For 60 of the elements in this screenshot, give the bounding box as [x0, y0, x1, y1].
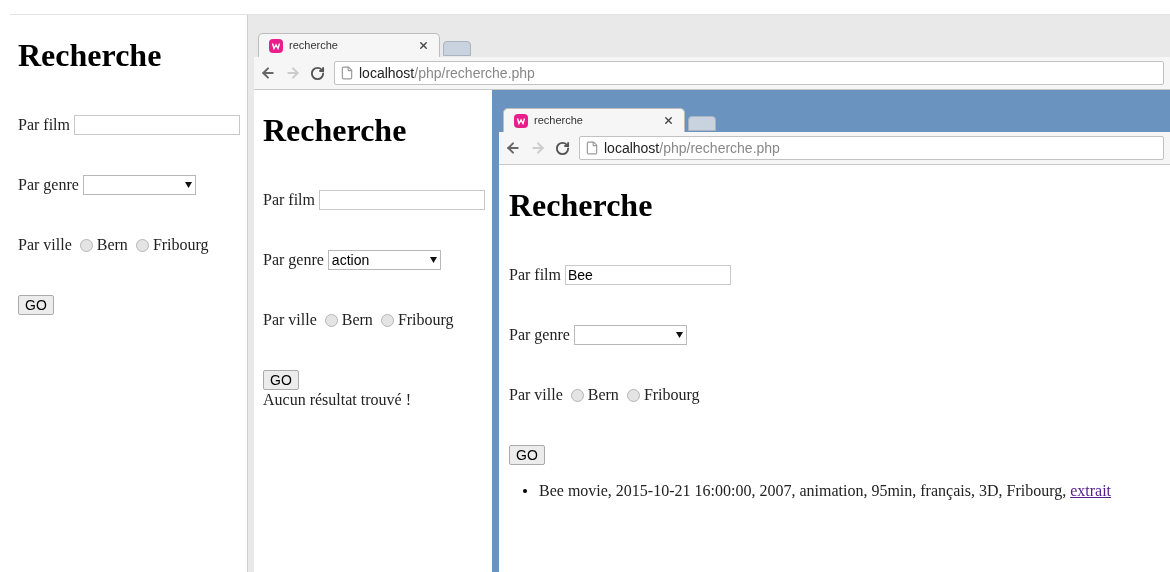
field-label: Par genre [509, 325, 570, 346]
field-label: Par film [263, 190, 315, 210]
tab-title: recherche [289, 38, 339, 54]
film-input[interactable]: Bee [565, 265, 731, 285]
field-label: Par film [18, 115, 70, 135]
page-icon [340, 66, 354, 80]
radio-label: Fribourg [643, 385, 700, 406]
reload-icon[interactable] [555, 140, 570, 156]
browser-tab[interactable]: recherche [503, 108, 685, 132]
genre-select[interactable] [573, 325, 687, 345]
page-icon [585, 141, 599, 155]
address-field[interactable]: localhost/php/recherche.php [579, 136, 1164, 160]
radio-label: Fribourg [152, 235, 209, 256]
bullet-icon [523, 489, 527, 493]
page-heading: Recherche [263, 111, 408, 150]
logo-icon [514, 113, 528, 128]
radio-button[interactable] [626, 388, 640, 402]
forward-icon[interactable] [285, 65, 301, 81]
radio-button[interactable] [380, 313, 394, 327]
tab-title: recherche [534, 113, 584, 129]
radio-label: Bern [341, 310, 373, 330]
genre-select[interactable]: action [327, 250, 441, 270]
film-input[interactable] [319, 190, 485, 210]
logo-icon [269, 38, 283, 53]
caret-icon [429, 257, 437, 263]
field-label: Par film [509, 265, 561, 285]
address-field[interactable]: localhost/php/recherche.php [334, 61, 1164, 85]
genre-select[interactable] [82, 175, 196, 195]
reload-icon[interactable] [310, 65, 325, 81]
caret-icon [675, 332, 683, 338]
radio-label: Bern [587, 385, 619, 405]
page-heading: Recherche [509, 186, 654, 225]
field-label: Par ville [18, 235, 72, 255]
radio-button[interactable] [79, 238, 93, 252]
field-label: Par genre [263, 250, 324, 271]
go-button[interactable]: GO [18, 295, 54, 315]
field-label: Par ville [509, 385, 563, 405]
back-icon[interactable] [260, 65, 276, 81]
page-heading: Recherche [18, 36, 163, 75]
go-button[interactable]: GO [263, 370, 299, 390]
radio-button[interactable] [135, 238, 149, 252]
radio-button[interactable] [570, 388, 584, 402]
radio-label: Bern [96, 235, 128, 255]
result-text: Bee movie, 2015-10-21 16:00:00, 2007, animation, 95min, français, 3D, Fribourg, [539, 481, 1067, 501]
back-icon[interactable] [505, 140, 521, 156]
close-icon[interactable] [418, 40, 429, 51]
radio-button[interactable] [324, 313, 338, 327]
film-input[interactable] [74, 115, 240, 135]
browser-tab[interactable]: recherche [258, 33, 440, 57]
radio-label: Fribourg [397, 310, 454, 331]
field-label: Par genre [18, 175, 79, 196]
new-tab-button[interactable] [688, 116, 716, 131]
go-button[interactable]: GO [509, 445, 545, 465]
close-icon[interactable] [663, 115, 674, 126]
extrait-link[interactable]: extrait [1070, 481, 1112, 501]
caret-icon [184, 182, 192, 188]
result-message: Aucun résultat trouvé ! [263, 390, 412, 410]
new-tab-button[interactable] [443, 41, 471, 56]
forward-icon[interactable] [530, 140, 546, 156]
field-label: Par ville [263, 310, 317, 330]
